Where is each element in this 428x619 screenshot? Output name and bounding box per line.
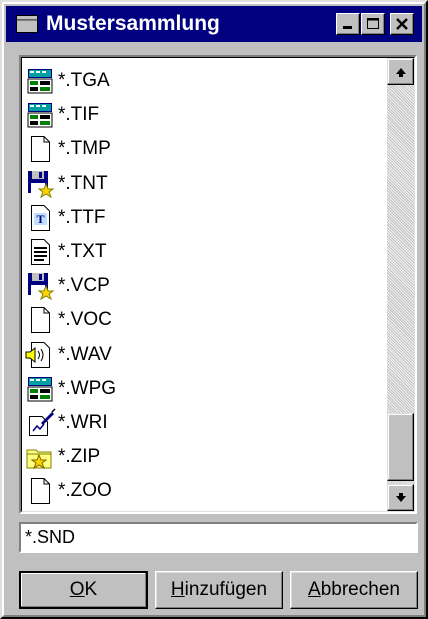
- window-app-icon[interactable]: [16, 15, 38, 33]
- list-item-label: *.TMP: [58, 138, 111, 160]
- ok-button[interactable]: OK: [19, 571, 148, 609]
- dialog-window: Mustersammlung *.TGA *.TIF *.TMP *.TNT T *.TT…: [0, 0, 428, 619]
- list-item[interactable]: *.WPG: [24, 372, 116, 406]
- add-label-rest: inzufügen: [184, 579, 268, 600]
- list-item-label: *.WRI: [58, 412, 108, 433]
- list-item[interactable]: *.TIF: [24, 98, 99, 132]
- list-item-label: *.TNT: [58, 172, 108, 194]
- write-document-icon: [29, 408, 56, 436]
- ok-label-rest: K: [84, 579, 98, 600]
- add-button[interactable]: Hinzufügen: [155, 571, 283, 609]
- list-item-label: *.VCP: [58, 275, 110, 297]
- image-icon: [27, 69, 53, 94]
- close-button[interactable]: [390, 13, 414, 35]
- list-item[interactable]: *.ZIP: [24, 440, 100, 474]
- close-icon: [396, 18, 408, 30]
- svg-text:T: T: [36, 212, 44, 226]
- arrow-down-icon: [395, 492, 406, 502]
- image-icon: [27, 103, 53, 128]
- title-bar[interactable]: Mustersammlung: [6, 6, 422, 42]
- list-item[interactable]: *.TNT: [24, 167, 108, 201]
- blank-document-icon: [31, 136, 50, 163]
- list-item[interactable]: T *.TTF: [24, 201, 106, 235]
- list-item[interactable]: *.TXT: [24, 235, 107, 269]
- cancel-button[interactable]: Abbrechen: [290, 571, 418, 609]
- list-item-label: *.TIF: [58, 104, 100, 126]
- ok-mnemonic: O: [69, 579, 85, 600]
- floppy-disk-icon: [28, 170, 55, 198]
- floppy-disk-icon: [28, 273, 55, 301]
- cancel-mnemonic: A: [308, 579, 321, 600]
- list-item[interactable]: *.WAV: [24, 338, 112, 372]
- cancel-label-rest: bbrechen: [320, 579, 400, 600]
- list-item[interactable]: *.ZOO: [24, 474, 112, 508]
- add-mnemonic: H: [170, 579, 185, 600]
- sound-icon: [25, 341, 50, 368]
- pattern-list: *.TGA *.TIF *.TMP *.TNT T *.TTF *.TXT *.VCP *.VO…: [21, 57, 415, 512]
- list-item-label: *.WPG: [58, 377, 117, 399]
- list-item-label: *.TTF: [58, 206, 106, 228]
- list-item-label: *.ZIP: [58, 446, 101, 468]
- vertical-scrollbar[interactable]: [387, 58, 414, 511]
- list-item[interactable]: *.TMP: [24, 132, 111, 166]
- list-item-label: *.WAV: [58, 343, 112, 365]
- arrow-up-icon: [395, 67, 406, 77]
- list-item[interactable]: *.WRI: [24, 406, 108, 440]
- scrollbar-thumb[interactable]: [387, 413, 414, 481]
- blank-document-icon: [31, 478, 50, 505]
- window-title: Mustersammlung: [46, 12, 220, 35]
- archive-folder-icon: [26, 449, 52, 470]
- list-item-label: *.TGA: [58, 70, 110, 91]
- maximize-button[interactable]: [361, 13, 385, 35]
- list-item-label: *.ZOO: [58, 480, 112, 502]
- list-item-label: *.TXT: [58, 241, 107, 262]
- text-document-icon: [31, 239, 50, 265]
- pattern-input[interactable]: *.SND: [19, 522, 418, 553]
- list-item[interactable]: *.TGA: [24, 64, 110, 98]
- pattern-listbox[interactable]: *.TGA *.TIF *.TMP *.TNT T *.TTF *.TXT *.VCP *.VO…: [19, 55, 417, 514]
- scroll-down-button[interactable]: [387, 484, 414, 511]
- minimize-button[interactable]: [336, 13, 360, 35]
- image-icon: [27, 376, 53, 402]
- list-item[interactable]: *.VOC: [24, 303, 112, 337]
- blank-document-icon: [31, 307, 50, 334]
- minimize-icon: [343, 26, 352, 29]
- scroll-up-button[interactable]: [387, 58, 414, 85]
- list-item[interactable]: *.VCP: [24, 269, 110, 303]
- maximize-icon: [367, 18, 379, 29]
- truetype-font-icon: T: [31, 204, 50, 231]
- list-item-label: *.VOC: [58, 309, 112, 331]
